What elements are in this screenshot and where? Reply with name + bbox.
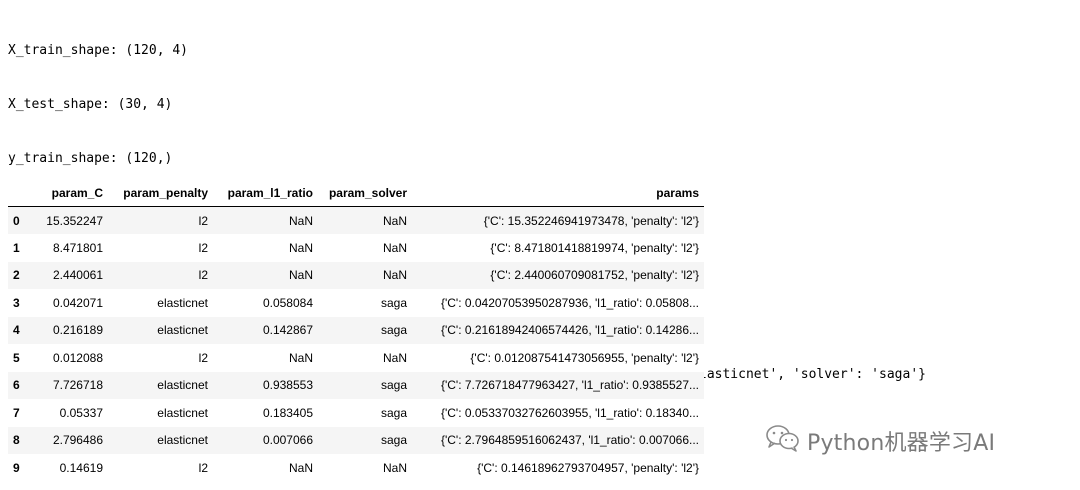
cell-param-solver: NaN (382, 240, 407, 255)
cell-param-penalty: l2 (198, 460, 208, 475)
table-header-row: param_C param_penalty param_l1_ratio par… (8, 179, 704, 207)
cell-param-l1-ratio: NaN (288, 350, 313, 365)
output-line: y_train_shape: (120,) (8, 151, 173, 166)
cell-param-c: 15.352247 (46, 213, 103, 228)
cell-param-c: 0.042071 (52, 295, 103, 310)
cell-param-c: 7.726718 (52, 378, 103, 393)
cell-param-solver: saga (380, 378, 407, 393)
table-row: 5 0.012088 l2 NaN NaN {'C': 0.0120875414… (8, 344, 704, 372)
cell-params: {'C': 0.05337032762603955, 'l1_ratio': 0… (440, 405, 699, 420)
table-row: 2 2.440061 l2 NaN NaN {'C': 2.4400607090… (8, 261, 704, 289)
row-index: 3 (13, 295, 20, 310)
cell-param-penalty: elasticnet (157, 405, 208, 420)
row-index: 5 (13, 350, 20, 365)
output-line: X_test_shape: (30, 4) (8, 97, 173, 112)
header-param-l1-ratio: param_l1_ratio (213, 179, 318, 207)
table-row: 8 2.796486 elasticnet 0.007066 saga {'C'… (8, 426, 704, 454)
cell-param-solver: NaN (382, 268, 407, 283)
header-params: params (412, 179, 704, 207)
cell-param-solver: saga (380, 323, 407, 338)
table-row: 6 7.726718 elasticnet 0.938553 saga {'C'… (8, 371, 704, 399)
header-param-solver: param_solver (318, 179, 412, 207)
cell-param-l1-ratio: NaN (288, 460, 313, 475)
cell-param-c: 2.796486 (52, 433, 103, 448)
output-line: X_train_shape: (120, 4) (8, 43, 189, 58)
cell-param-penalty: elasticnet (157, 378, 208, 393)
cell-params: {'C': 0.04207053950287936, 'l1_ratio': 0… (440, 295, 699, 310)
table-row: 4 0.216189 elasticnet 0.142867 saga {'C'… (8, 316, 704, 344)
cell-param-l1-ratio: NaN (288, 268, 313, 283)
cell-param-l1-ratio: NaN (288, 240, 313, 255)
row-index: 0 (13, 213, 20, 228)
row-index: 7 (13, 405, 20, 420)
row-index: 6 (13, 378, 20, 393)
cell-params: {'C': 15.352246941973478, 'penalty': 'l2… (483, 213, 699, 228)
cell-param-solver: NaN (382, 460, 407, 475)
header-param-penalty: param_penalty (108, 179, 213, 207)
cell-param-c: 0.012088 (52, 350, 103, 365)
cell-param-l1-ratio: 0.142867 (262, 323, 313, 338)
cell-params: {'C': 2.7964859516062437, 'l1_ratio': 0.… (440, 433, 699, 448)
header-param-c: param_C (36, 179, 108, 207)
table-row: 0 15.352247 l2 NaN NaN {'C': 15.35224694… (8, 206, 704, 234)
table-row: 9 0.14619 l2 NaN NaN {'C': 0.14618962793… (8, 454, 704, 482)
cell-param-c: 0.216189 (52, 323, 103, 338)
watermark: Python机器学习AI (765, 424, 995, 458)
row-index: 8 (13, 433, 20, 448)
row-index: 2 (13, 268, 20, 283)
cell-param-penalty: l2 (198, 240, 208, 255)
cell-param-penalty: elasticnet (157, 295, 208, 310)
cell-params: {'C': 0.21618942406574426, 'l1_ratio': 0… (440, 323, 699, 338)
cell-params: {'C': 7.726718477963427, 'l1_ratio': 0.9… (440, 378, 699, 393)
row-index: 1 (13, 240, 20, 255)
cell-param-penalty: elasticnet (157, 323, 208, 338)
cell-param-solver: NaN (382, 213, 407, 228)
cell-param-penalty: l2 (198, 268, 208, 283)
cell-param-c: 0.05337 (59, 405, 103, 420)
cell-param-c: 0.14619 (59, 460, 103, 475)
watermark-text: Python机器学习AI (807, 431, 996, 456)
cell-params: {'C': 0.14618962793704957, 'penalty': 'l… (477, 460, 699, 475)
cell-params: {'C': 0.012087541473056955, 'penalty': '… (470, 350, 699, 365)
cell-param-l1-ratio: 0.007066 (262, 433, 313, 448)
cell-param-solver: saga (380, 433, 407, 448)
cell-param-l1-ratio: 0.058084 (262, 295, 313, 310)
cell-param-penalty: l2 (198, 213, 208, 228)
cell-param-solver: NaN (382, 350, 407, 365)
row-index: 4 (13, 323, 20, 338)
wechat-icon (765, 424, 807, 458)
cell-param-l1-ratio: NaN (288, 213, 313, 228)
cell-param-c: 8.471801 (52, 240, 103, 255)
row-index: 9 (13, 460, 20, 475)
cell-param-penalty: elasticnet (157, 433, 208, 448)
cell-param-penalty: l2 (198, 350, 208, 365)
table-row: 7 0.05337 elasticnet 0.183405 saga {'C':… (8, 399, 704, 427)
header-index (8, 179, 36, 207)
cell-param-solver: saga (380, 405, 407, 420)
cell-param-l1-ratio: 0.938553 (262, 378, 313, 393)
dataframe-output: param_C param_penalty param_l1_ratio par… (8, 179, 704, 482)
cell-param-solver: saga (380, 295, 407, 310)
cell-params: {'C': 8.471801418819974, 'penalty': 'l2'… (490, 240, 699, 255)
table-row: 1 8.471801 l2 NaN NaN {'C': 8.4718014188… (8, 234, 704, 262)
results-table: param_C param_penalty param_l1_ratio par… (8, 179, 704, 482)
table-row: 3 0.042071 elasticnet 0.058084 saga {'C'… (8, 289, 704, 317)
cell-param-l1-ratio: 0.183405 (262, 405, 313, 420)
cell-param-c: 2.440061 (52, 268, 103, 283)
cell-params: {'C': 2.440060709081752, 'penalty': 'l2'… (490, 268, 699, 283)
